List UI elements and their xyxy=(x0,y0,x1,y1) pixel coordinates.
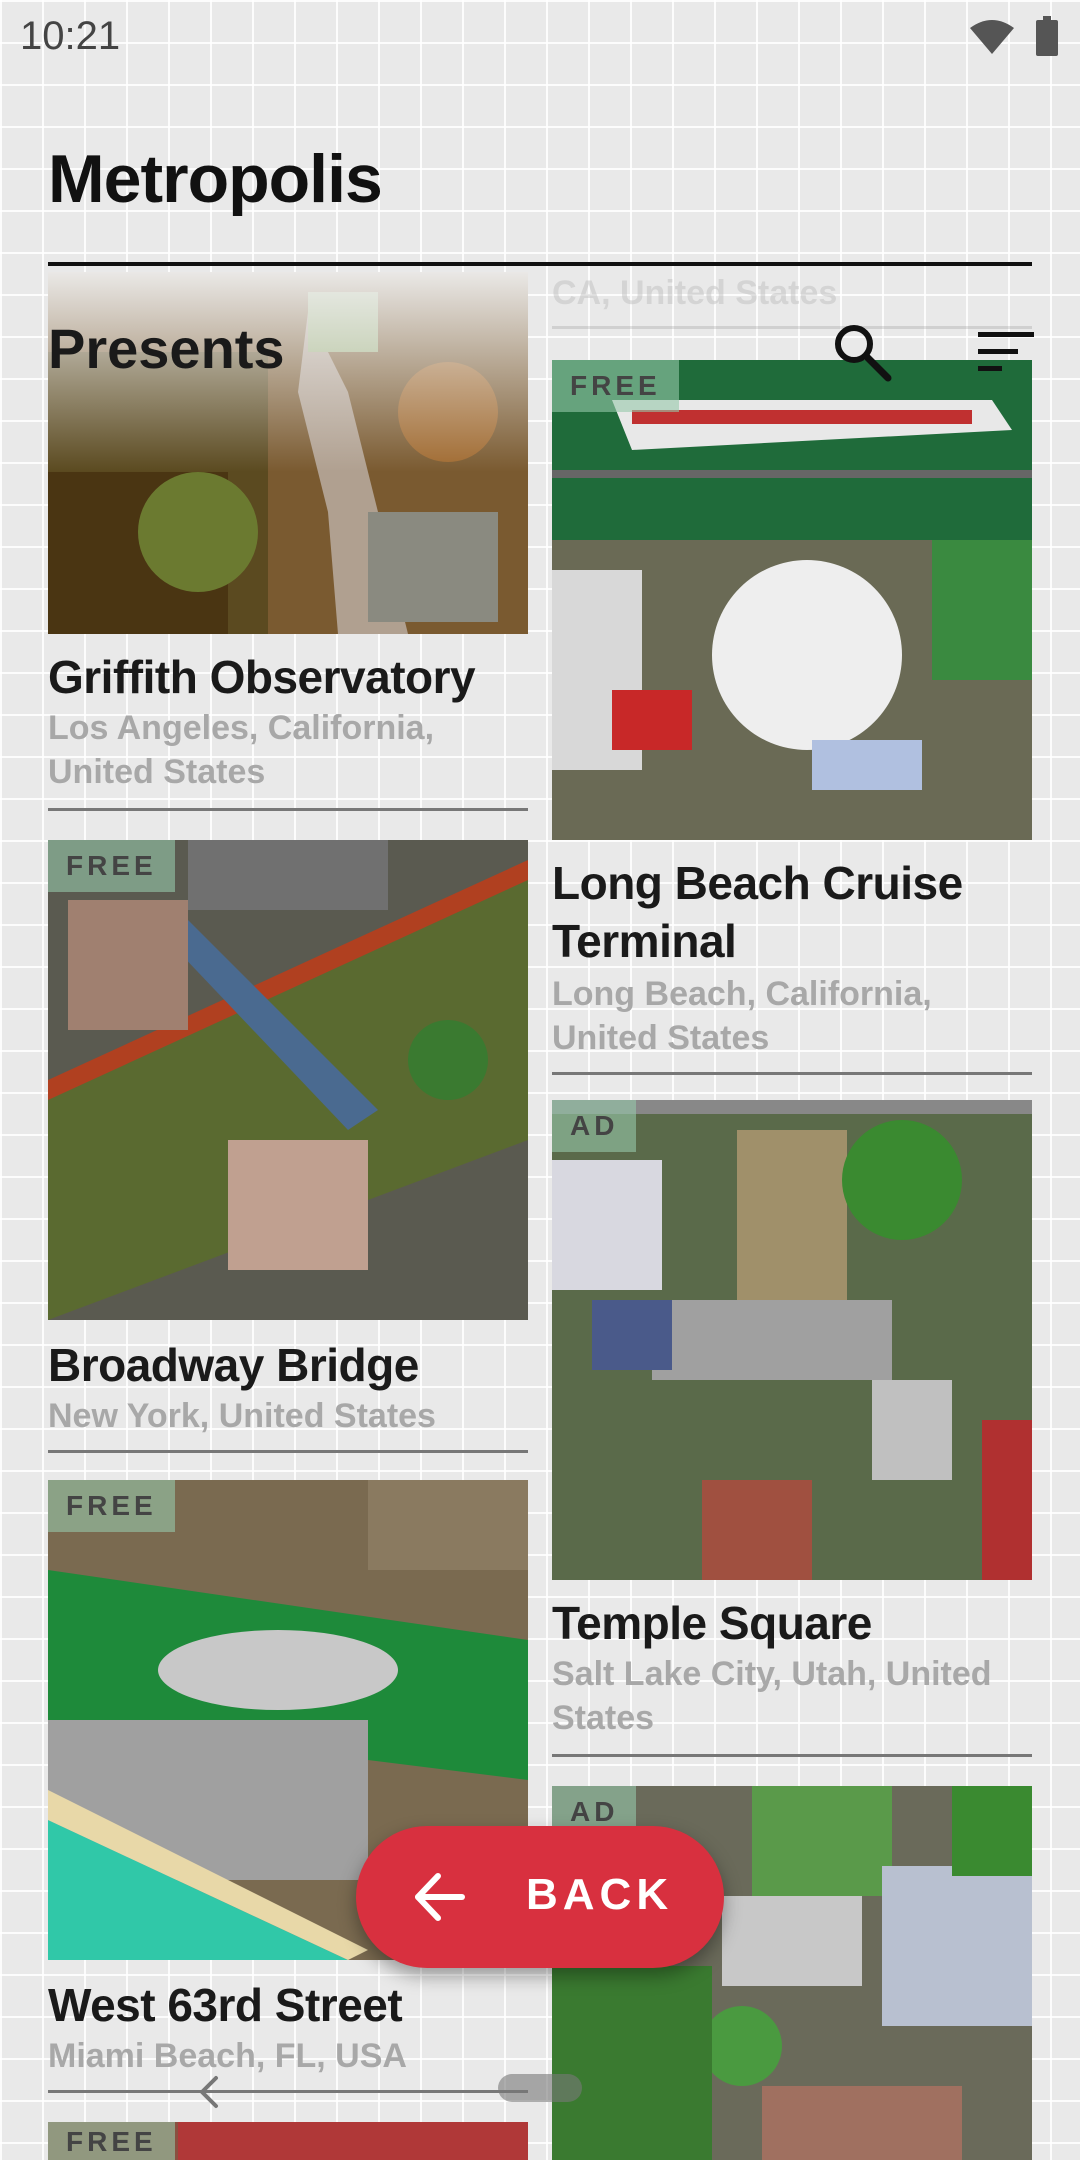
scrolled-location-text: CA, United States xyxy=(552,274,838,312)
card-image[interactable]: AD xyxy=(552,1100,1032,1580)
free-badge: FREE xyxy=(552,360,679,412)
card-divider xyxy=(48,808,528,811)
card-title: Broadway Bridge xyxy=(48,1339,419,1391)
search-icon[interactable] xyxy=(832,322,892,382)
aerial-photo xyxy=(48,840,528,1320)
wifi-icon xyxy=(970,20,1014,54)
card-title: West 63rd Street xyxy=(48,1979,403,2031)
aerial-photo xyxy=(552,1100,1032,1580)
free-badge: FREE xyxy=(48,840,175,892)
battery-icon xyxy=(1036,16,1058,56)
card-divider xyxy=(552,1754,1032,1757)
nav-back-icon[interactable] xyxy=(196,2074,222,2110)
home-gesture-pill[interactable] xyxy=(498,2074,582,2102)
card-divider xyxy=(48,2090,528,2093)
status-time: 10:21 xyxy=(20,14,121,58)
page-subtitle: Presents xyxy=(48,317,285,380)
card-title: Temple Square xyxy=(552,1597,872,1649)
card-divider xyxy=(552,1072,1032,1075)
card-location: Miami Beach, FL, USA xyxy=(48,2037,407,2075)
card-location: Salt Lake City, Utah, United States xyxy=(552,1655,992,1737)
header-divider xyxy=(48,262,1032,266)
place-card[interactable]: FREE Broadway Bridge New York, United St… xyxy=(48,840,528,1453)
card-image[interactable]: FREE xyxy=(552,360,1032,840)
place-card[interactable]: AD Temple Square Salt Lake City, Utah, U… xyxy=(552,1100,1032,1760)
card-divider xyxy=(48,1450,528,1453)
arrow-left-icon xyxy=(415,1873,465,1921)
card-location: New York, United States xyxy=(48,1397,436,1435)
card-title: Long Beach Cruise Terminal xyxy=(552,857,963,967)
card-image[interactable]: FREE xyxy=(48,840,528,1320)
place-card[interactable]: FREE West 63rd Street Miami Beach, FL, U… xyxy=(48,1480,528,2093)
free-badge: FREE xyxy=(48,2122,175,2160)
ad-badge: AD xyxy=(552,1100,637,1152)
place-card[interactable]: FREE Long Beach Cruise Terminal Long Bea… xyxy=(552,360,1032,1076)
card-location: Long Beach, California, United States xyxy=(552,975,932,1057)
app-title: Metropolis xyxy=(48,141,383,217)
place-card[interactable]: FREE xyxy=(48,2122,528,2160)
free-badge: FREE xyxy=(48,1480,175,1532)
status-bar: 10:21 xyxy=(0,0,1080,72)
aerial-photo xyxy=(552,360,1032,840)
back-button-label: BACK xyxy=(526,1870,674,1919)
card-location: Los Angeles, California, United States xyxy=(48,709,435,791)
sort-icon[interactable] xyxy=(978,330,1034,374)
back-button[interactable]: BACK xyxy=(356,1826,724,1968)
card-title: Griffith Observatory xyxy=(48,651,476,703)
scrolled-divider xyxy=(552,326,1032,329)
card-image[interactable]: FREE xyxy=(48,2122,528,2160)
